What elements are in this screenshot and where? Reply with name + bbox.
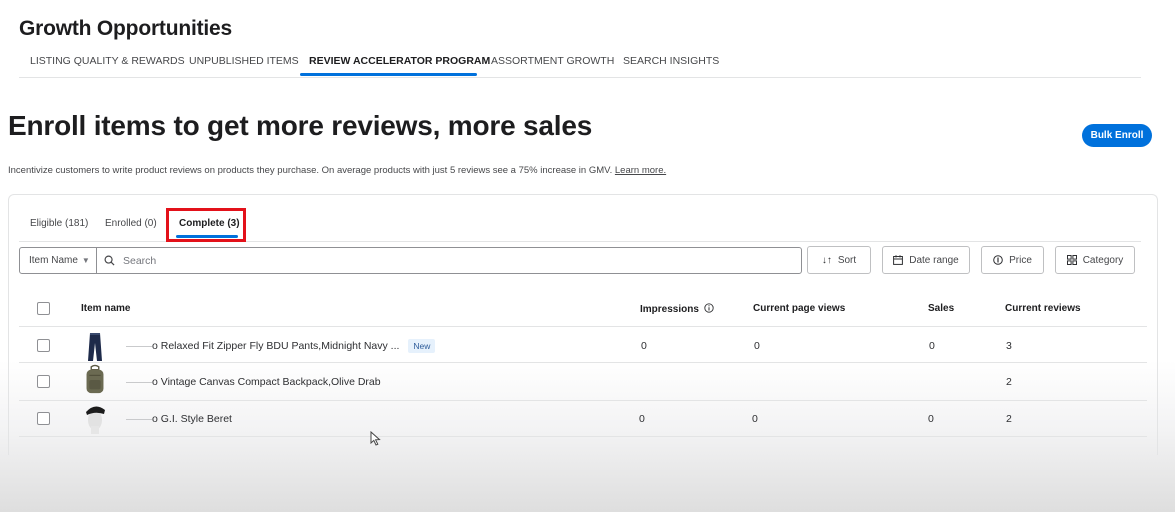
column-sales[interactable]: Sales: [928, 303, 954, 314]
item-name: o G.I. Style Beret: [152, 413, 232, 425]
search-input[interactable]: [121, 253, 725, 268]
date-range-button[interactable]: Date range: [882, 246, 970, 274]
category-button[interactable]: Category: [1055, 246, 1135, 274]
sales-value: 0: [928, 413, 934, 425]
category-label: Category: [1082, 254, 1124, 266]
item-name: o Relaxed Fit Zipper Fly BDU Pants,Midni…: [152, 340, 400, 352]
column-page-views[interactable]: Current page views: [753, 303, 845, 314]
redaction-line: [126, 346, 152, 347]
grid-icon: [1066, 255, 1077, 265]
reviews-value: 2: [1006, 376, 1012, 388]
price-icon: [993, 255, 1003, 265]
row-divider: [19, 362, 1147, 363]
new-badge: New: [408, 339, 436, 353]
impressions-label: Impressions: [640, 304, 699, 315]
item-name: o Vintage Canvas Compact Backpack,Olive …: [152, 376, 381, 388]
row-divider: [19, 400, 1147, 401]
search-field-select[interactable]: Item Name ▼: [19, 247, 97, 274]
column-reviews[interactable]: Current reviews: [1005, 303, 1081, 314]
reviews-value: 3: [1006, 340, 1012, 352]
program-description: Incentivize customers to write product r…: [8, 165, 666, 176]
date-range-label: Date range: [909, 254, 959, 266]
tab-assortment-growth[interactable]: ASSORTMENT GROWTH: [491, 55, 614, 67]
search-box: [96, 247, 802, 274]
redaction-line: [126, 419, 152, 420]
select-all-checkbox[interactable]: [37, 302, 50, 315]
tab-listing-quality[interactable]: LISTING QUALITY & REWARDS: [30, 55, 185, 67]
impressions-value: 0: [641, 340, 647, 352]
sales-value: 0: [929, 340, 935, 352]
search-field-value: Item Name: [29, 255, 78, 266]
tab-search-insights[interactable]: SEARCH INSIGHTS: [623, 55, 719, 67]
beret-thumbnail: [86, 406, 105, 434]
tab-review-accelerator[interactable]: REVIEW ACCELERATOR PROGRAM: [309, 55, 490, 67]
page-views-value: 0: [754, 340, 760, 352]
column-impressions[interactable]: Impressions: [640, 303, 714, 315]
redaction-line: [126, 382, 152, 383]
item-name-link[interactable]: o G.I. Style Beret: [152, 413, 232, 425]
price-button[interactable]: Price: [981, 246, 1044, 274]
calendar-icon: [893, 255, 904, 265]
info-icon[interactable]: [704, 303, 714, 313]
chevron-down-icon: ▼: [81, 256, 90, 265]
column-item-name[interactable]: Item name: [81, 303, 130, 314]
top-nav: LISTING QUALITY & REWARDS UNPUBLISHED IT…: [19, 49, 1141, 78]
learn-more-link[interactable]: Learn more.: [615, 165, 666, 176]
item-name-link[interactable]: o Vintage Canvas Compact Backpack,Olive …: [152, 376, 381, 388]
price-label: Price: [1009, 254, 1032, 266]
row-divider: [19, 436, 1147, 437]
item-name-link[interactable]: o Relaxed Fit Zipper Fly BDU Pants,Midni…: [152, 339, 436, 353]
impressions-value: 0: [639, 413, 645, 425]
row-checkbox[interactable]: [37, 339, 50, 352]
description-text: Incentivize customers to write product r…: [8, 165, 613, 176]
search-icon: [104, 255, 115, 266]
bulk-enroll-button[interactable]: Bulk Enroll: [1082, 124, 1152, 147]
row-checkbox[interactable]: [37, 375, 50, 388]
page-title: Growth Opportunities: [19, 17, 232, 40]
tab-enrolled[interactable]: Enrolled (0): [105, 218, 157, 229]
mouse-cursor-icon: [370, 431, 381, 446]
tab-unpublished-items[interactable]: UNPUBLISHED ITEMS: [189, 55, 299, 67]
sort-label: Sort: [837, 254, 857, 266]
highlight-box: [166, 208, 246, 242]
sort-button[interactable]: ↓↑ Sort: [807, 246, 871, 274]
backpack-thumbnail: [86, 364, 104, 394]
active-tab-indicator: [300, 73, 477, 76]
tab-eligible[interactable]: Eligible (181): [30, 218, 88, 229]
pants-thumbnail: [88, 333, 102, 361]
row-checkbox[interactable]: [37, 412, 50, 425]
sort-icon: ↓↑: [821, 254, 832, 266]
page-views-value: 0: [752, 413, 758, 425]
enroll-heading: Enroll items to get more reviews, more s…: [8, 110, 593, 141]
row-divider: [19, 326, 1147, 327]
reviews-value: 2: [1006, 413, 1012, 425]
